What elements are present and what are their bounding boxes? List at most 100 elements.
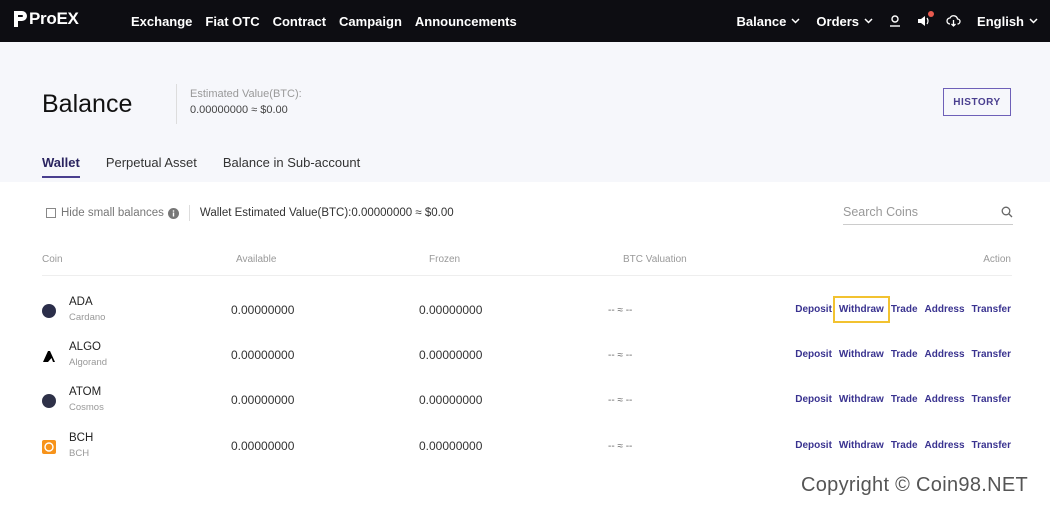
coin-name: Algorand [69,357,108,368]
deposit-link[interactable]: Deposit [795,347,832,362]
coin-name: BCH [69,448,90,459]
ada-coin-icon [42,304,56,318]
algo-coin-icon [43,351,55,362]
col-available: Available [236,254,277,265]
deposit-link[interactable]: Deposit [795,392,832,407]
frozen-value: 0.00000000 [419,348,483,362]
coin-symbol: BCH [69,432,94,444]
withdraw-link[interactable]: Withdraw [839,438,884,453]
trade-link[interactable]: Trade [891,438,918,453]
btc-valuation: -- ≈ -- [608,305,633,316]
withdraw-link[interactable]: Withdraw [839,347,884,362]
divider [188,205,190,221]
user-button[interactable] [889,15,901,27]
row-actions: Deposit Withdraw Trade Address Transfer [788,392,1011,407]
trade-link[interactable]: Trade [891,302,918,317]
divider [42,275,1012,276]
btc-valuation: -- ≈ -- [608,441,633,452]
coin-symbol: ATOM [69,386,102,398]
address-link[interactable]: Address [925,392,965,407]
language-menu[interactable]: English [977,14,1038,29]
trade-link[interactable]: Trade [891,392,918,407]
coin-name: Cosmos [69,402,104,413]
user-icon [890,15,901,27]
bch-coin-icon [42,440,56,454]
available-value: 0.00000000 [231,348,295,362]
row-actions: Deposit Withdraw Trade Address Transfer [788,438,1011,453]
transfer-link[interactable]: Transfer [972,392,1011,407]
row-actions: Deposit Withdraw Trade Address Transfer [788,296,1011,323]
btc-valuation: -- ≈ -- [608,350,633,361]
coin-symbol: ADA [69,296,93,308]
row-actions: Deposit Withdraw Trade Address Transfer [788,347,1011,362]
table-row: ALGO Algorand 0.00000000 0.00000000 -- ≈… [0,333,1050,377]
language-label: English [977,13,1024,29]
nav-announcements[interactable]: Announcements [415,14,517,29]
table-row: BCH BCH 0.00000000 0.00000000 -- ≈ -- De… [0,424,1050,468]
address-link[interactable]: Address [925,302,965,317]
col-btc-valuation: BTC Valuation [623,254,687,265]
tab-wallet[interactable]: Wallet [42,155,80,178]
nav-campaign[interactable]: Campaign [339,14,402,29]
frozen-value: 0.00000000 [419,439,483,453]
balance-tabs: Wallet Perpetual Asset Balance in Sub-ac… [42,155,386,178]
search-icon[interactable] [1001,206,1013,218]
available-value: 0.00000000 [231,303,295,317]
nav-fiat-otc[interactable]: Fiat OTC [205,14,259,29]
transfer-link[interactable]: Transfer [972,438,1011,453]
history-button[interactable]: HISTORY [943,88,1011,116]
table-row: ATOM Cosmos 0.00000000 0.00000000 -- ≈ -… [0,378,1050,422]
col-action: Action [983,254,1011,265]
nav-balance-label: Balance [736,13,787,29]
copyright-watermark: Copyright © Coin98.NET [801,474,1028,496]
nav-orders-label: Orders [816,13,860,29]
tab-sub-account[interactable]: Balance in Sub-account [223,155,360,178]
table-header: Coin Available Frozen BTC Valuation Acti… [0,254,1050,274]
page-title: Balance [42,90,133,118]
coin-symbol: ALGO [69,341,101,353]
withdraw-link[interactable]: Withdraw [832,296,890,323]
notifications-button[interactable] [917,11,935,27]
filter-bar: Hide small balances Wallet Estimated Val… [46,205,454,221]
top-nav: ProEX Exchange Fiat OTC Contract Campaig… [0,0,1050,42]
wallet-estimated-value: Wallet Estimated Value(BTC):0.00000000 ≈… [199,207,454,219]
nav-balance-menu[interactable]: Balance [737,14,801,29]
trade-link[interactable]: Trade [891,347,918,362]
chevron-down-icon [791,18,800,24]
atom-coin-icon [42,394,56,408]
notification-badge [928,11,935,17]
search-box [843,199,1013,225]
deposit-link[interactable]: Deposit [795,438,832,453]
nav-right: Balance Orders English [721,0,1038,42]
transfer-link[interactable]: Transfer [972,347,1011,362]
frozen-value: 0.00000000 [419,393,483,407]
table-row: ADA Cardano 0.00000000 0.00000000 -- ≈ -… [0,288,1050,332]
search-input[interactable] [843,204,973,219]
chevron-down-icon [864,18,873,24]
estimated-value: 0.00000000 ≈ $0.00 [190,104,288,116]
frozen-value: 0.00000000 [419,303,483,317]
address-link[interactable]: Address [925,347,965,362]
chevron-down-icon [1029,18,1038,24]
hide-small-checkbox[interactable] [46,208,56,218]
hide-small-label[interactable]: Hide small balances [61,207,164,219]
nav-contract[interactable]: Contract [273,14,326,29]
download-button[interactable] [946,15,961,27]
deposit-link[interactable]: Deposit [795,302,832,317]
nav-exchange[interactable]: Exchange [131,14,192,29]
brand-name: ProEX [29,9,79,28]
cloud-download-icon [946,15,961,27]
nav-orders-menu[interactable]: Orders [816,14,873,29]
divider [176,84,177,124]
col-frozen: Frozen [429,254,461,265]
brand-logo[interactable]: ProEX [12,9,79,29]
coin-name: Cardano [69,312,106,323]
available-value: 0.00000000 [231,393,295,407]
info-icon[interactable] [167,207,179,219]
transfer-link[interactable]: Transfer [972,302,1011,317]
col-coin: Coin [42,254,63,265]
tab-perpetual-asset[interactable]: Perpetual Asset [106,155,197,178]
withdraw-link[interactable]: Withdraw [839,392,884,407]
estimated-value-label: Estimated Value(BTC): [190,88,302,100]
address-link[interactable]: Address [925,438,965,453]
